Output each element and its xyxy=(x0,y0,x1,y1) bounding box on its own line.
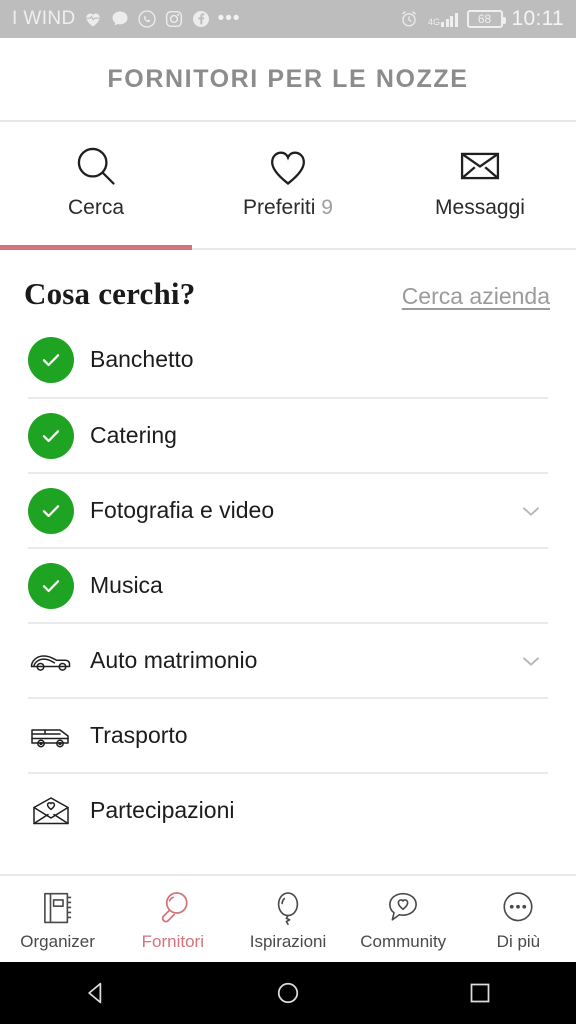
chevron-down-icon[interactable] xyxy=(518,498,544,524)
chat-bubble-icon xyxy=(110,9,130,29)
nav-item-di-piu[interactable]: Di più xyxy=(461,887,576,952)
back-triangle-icon[interactable] xyxy=(36,978,156,1008)
tab-label-preferiti-text: Preferiti xyxy=(243,196,316,219)
section-title: Cosa cerchi? xyxy=(24,276,196,311)
envelope-heart-icon xyxy=(28,788,74,834)
battery-level-label: 68 xyxy=(477,12,492,26)
app-header: FORNITORI PER LE NOZZE xyxy=(0,38,576,122)
category-row-auto-matrimonio[interactable]: Auto matrimonio xyxy=(28,622,548,697)
check-circle-icon xyxy=(28,412,74,459)
carrier-label: I WIND xyxy=(12,8,76,29)
whatsapp-icon xyxy=(137,9,157,29)
search-icon xyxy=(71,140,121,192)
category-row-musica[interactable]: Musica xyxy=(28,547,548,622)
chevron-down-icon[interactable] xyxy=(518,648,544,674)
tab-bar: Cerca Preferiti 9 Messaggi xyxy=(0,122,576,250)
category-label: Partecipazioni xyxy=(90,797,235,823)
bottom-navigation: Organizer Fornitori Ispirazioni Communit… xyxy=(0,874,576,962)
instagram-icon xyxy=(164,9,184,29)
check-circle-icon xyxy=(28,562,74,609)
section-header: Cosa cerchi? Cerca azienda xyxy=(0,258,576,322)
network-type-label: 4G xyxy=(427,17,440,27)
search-company-link[interactable]: Cerca azienda xyxy=(402,283,550,310)
speech-heart-icon xyxy=(383,887,423,929)
recents-square-icon[interactable] xyxy=(420,978,540,1008)
clock-label: 10:11 xyxy=(511,7,564,30)
tab-label-messaggi: Messaggi xyxy=(435,196,525,219)
health-heart-icon xyxy=(83,9,103,29)
category-list: Banchetto Catering Fotografia e video Mu… xyxy=(0,322,576,847)
check-circle-icon xyxy=(28,336,74,383)
category-label: Auto matrimonio xyxy=(90,647,258,673)
tab-label-cerca: Cerca xyxy=(67,196,125,219)
overflow-dots-icon: ••• xyxy=(217,8,241,29)
android-navigation-bar xyxy=(0,962,576,1024)
tab-label-preferiti: Preferiti 9 xyxy=(243,196,333,220)
balloon-icon xyxy=(268,887,308,929)
signal-bars xyxy=(441,11,458,27)
category-label: Catering xyxy=(90,422,177,448)
alarm-clock-icon xyxy=(399,9,419,29)
nav-label-ispirazioni: Ispirazioni xyxy=(249,931,327,951)
status-bar: I WIND ••• 4G 68 10:11 xyxy=(0,0,576,38)
nav-label-community: Community xyxy=(360,931,447,951)
tab-preferiti[interactable]: Preferiti 9 xyxy=(192,122,384,250)
tab-messaggi[interactable]: Messaggi xyxy=(384,122,576,250)
heart-icon xyxy=(263,140,313,192)
category-label: Fotografia e video xyxy=(90,497,275,523)
category-row-banchetto[interactable]: Banchetto xyxy=(28,322,548,397)
category-row-partecipazioni[interactable]: Partecipazioni xyxy=(28,772,548,847)
main-content: Cosa cerchi? Cerca azienda Banchetto Cat… xyxy=(0,250,576,874)
notebook-icon xyxy=(38,887,78,929)
category-label: Banchetto xyxy=(90,346,194,372)
favorites-count-badge: 9 xyxy=(321,196,333,219)
battery-icon: 68 xyxy=(466,10,506,28)
check-circle-icon xyxy=(28,487,74,534)
signal-strength-icon: 4G xyxy=(428,11,458,27)
category-label: Trasporto xyxy=(90,722,188,748)
nav-label-fornitori: Fornitori xyxy=(141,931,204,951)
nav-item-ispirazioni[interactable]: Ispirazioni xyxy=(230,887,345,952)
page-title: FORNITORI PER LE NOZZE xyxy=(107,64,469,93)
tab-cerca[interactable]: Cerca xyxy=(0,122,192,250)
envelope-icon xyxy=(455,140,505,192)
facebook-icon xyxy=(191,9,211,29)
nav-label-di-piu: Di più xyxy=(496,931,541,951)
category-row-fotografia-e-video[interactable]: Fotografia e video xyxy=(28,472,548,547)
magnifier-icon xyxy=(153,887,193,929)
phone-screen: I WIND ••• 4G 68 10:11 FORNITORI PER LE … xyxy=(0,0,576,1024)
nav-item-community[interactable]: Community xyxy=(346,887,461,952)
more-circle-icon xyxy=(498,887,538,929)
nav-label-organizer: Organizer xyxy=(20,931,95,951)
category-label: Musica xyxy=(90,572,163,598)
nav-item-fornitori[interactable]: Fornitori xyxy=(115,887,230,952)
category-row-trasporto[interactable]: Trasporto xyxy=(28,697,548,772)
category-row-catering[interactable]: Catering xyxy=(28,397,548,472)
status-bar-left: I WIND ••• xyxy=(12,8,399,30)
status-bar-right: 4G 68 10:11 xyxy=(399,7,564,31)
classic-car-icon xyxy=(28,638,74,684)
nav-item-organizer[interactable]: Organizer xyxy=(0,887,115,952)
home-circle-icon[interactable] xyxy=(228,978,348,1008)
bus-icon xyxy=(28,713,74,759)
